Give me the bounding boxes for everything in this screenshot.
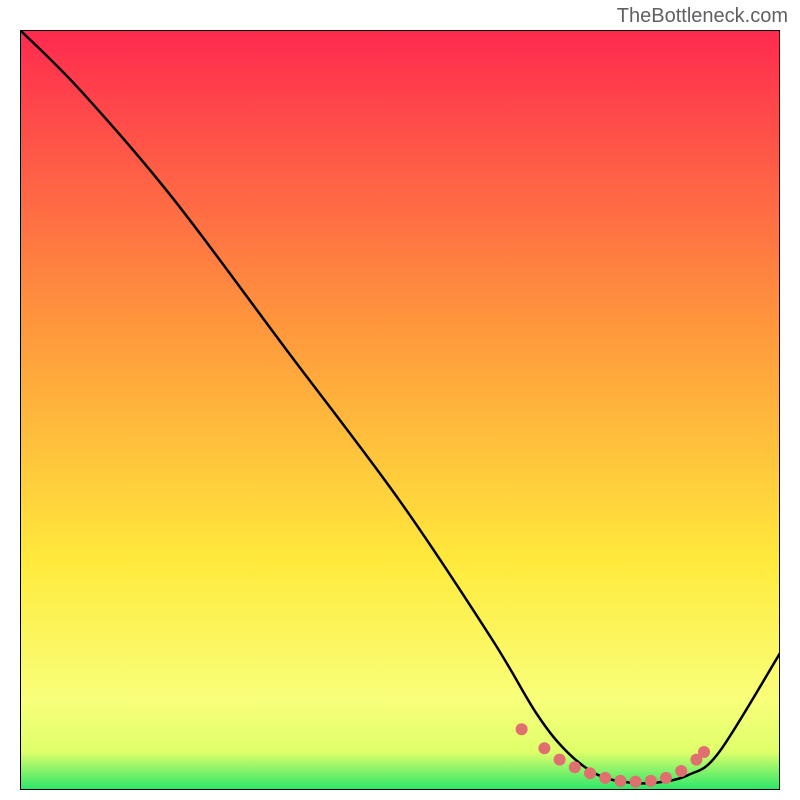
data-marker <box>630 776 642 788</box>
data-marker <box>675 765 687 777</box>
data-marker <box>599 772 611 784</box>
gradient-background <box>20 30 780 790</box>
watermark-text: TheBottleneck.com <box>617 5 788 28</box>
data-marker <box>584 767 596 779</box>
data-marker <box>614 775 626 787</box>
data-marker <box>698 746 710 758</box>
data-marker <box>660 772 672 784</box>
data-marker <box>538 742 550 754</box>
chart-svg <box>20 30 780 790</box>
data-marker <box>569 761 581 773</box>
data-marker <box>645 775 657 787</box>
data-marker <box>516 723 528 735</box>
data-marker <box>554 754 566 766</box>
chart-plot <box>20 30 780 790</box>
